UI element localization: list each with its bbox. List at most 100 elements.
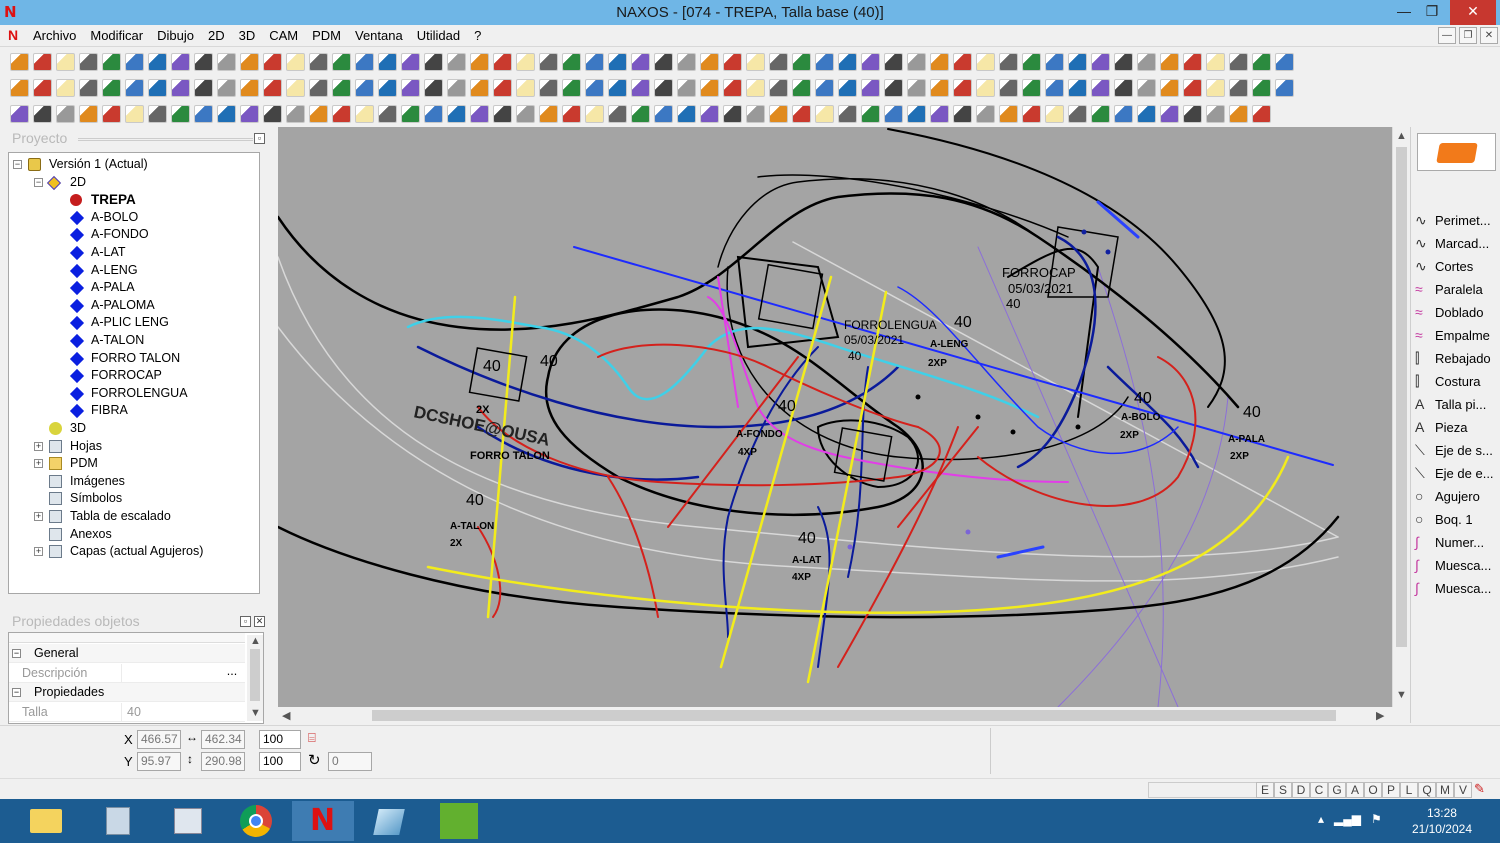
tb3-tool-icon[interactable] <box>194 105 213 123</box>
tb1-tool-icon[interactable] <box>677 53 696 71</box>
tool-muesca[interactable]: ∫ Muesca... <box>1415 577 1491 599</box>
tb2-tool-icon[interactable] <box>493 79 512 97</box>
pattern-piece-label[interactable]: 2X <box>476 404 490 416</box>
tb2-tool-icon[interactable] <box>1206 79 1225 97</box>
tb1-tool-icon[interactable] <box>815 53 834 71</box>
tb1-tool-icon[interactable] <box>585 53 604 71</box>
tool-cortes[interactable]: ∿ Cortes <box>1415 255 1473 277</box>
tb2-tool-icon[interactable] <box>838 79 857 97</box>
pattern-piece-label[interactable]: 40 <box>1243 404 1261 421</box>
status-tool-icon[interactable]: ✎ <box>1474 781 1496 798</box>
tb3-tool-icon[interactable] <box>102 105 121 123</box>
menu-item-cam[interactable]: CAM <box>262 25 305 46</box>
tb3-tool-icon[interactable] <box>1183 105 1202 123</box>
tb3-tool-icon[interactable] <box>815 105 834 123</box>
tb3-tool-icon[interactable] <box>861 105 880 123</box>
tb2-tool-icon[interactable] <box>884 79 903 97</box>
tb1-tool-icon[interactable] <box>1068 53 1087 71</box>
tb1-tool-icon[interactable] <box>401 53 420 71</box>
tb1-tool-icon[interactable] <box>999 53 1018 71</box>
pattern-piece-label[interactable]: 2X <box>450 538 463 549</box>
tb3-tool-icon[interactable] <box>309 105 328 123</box>
tb2-tool-icon[interactable] <box>815 79 834 97</box>
tb3-tool-icon[interactable] <box>769 105 788 123</box>
tb2-tool-icon[interactable] <box>148 79 167 97</box>
tb1-tool-icon[interactable] <box>1160 53 1179 71</box>
pattern-piece-label[interactable]: 40 <box>466 492 484 509</box>
tool-agujero[interactable]: ○ Agujero <box>1415 485 1480 507</box>
pattern-piece-label[interactable]: A-TALON <box>450 521 494 532</box>
menu-item-ventana[interactable]: Ventana <box>348 25 410 46</box>
tb2-tool-icon[interactable] <box>378 79 397 97</box>
pattern-piece-label[interactable]: 40 <box>848 349 862 363</box>
tree-item-a-talon[interactable]: A-TALON <box>9 332 259 349</box>
tree-item-fibra[interactable]: FIBRA <box>9 402 259 419</box>
x-coordinate-field[interactable]: 466.57 <box>137 730 181 749</box>
tree-expander-icon[interactable]: + <box>34 441 43 451</box>
menu-item-3d[interactable]: 3D <box>232 25 263 46</box>
tb1-tool-icon[interactable] <box>10 53 29 71</box>
tb3-tool-icon[interactable] <box>723 105 742 123</box>
pattern-piece-label[interactable]: FORROLENGUA <box>844 318 937 332</box>
tb3-tool-icon[interactable] <box>332 105 351 123</box>
tb1-tool-icon[interactable] <box>424 53 443 71</box>
tool-rebajado[interactable]: ⫿ Rebajado <box>1415 347 1491 369</box>
pattern-piece-label[interactable]: A-LENG <box>930 339 969 350</box>
width-field[interactable]: 462.34 <box>201 730 245 749</box>
clock[interactable]: 13:28 21/10/2024 <box>1412 805 1472 837</box>
pattern-drawing[interactable]: 40FORRO TALONDCSHOE@OUSA2X40A-TALON2X40F… <box>278 127 1392 707</box>
menu-item-pdm[interactable]: PDM <box>305 25 348 46</box>
property-row[interactable]: Descripción... <box>9 663 245 683</box>
tree-item-3d[interactable]: 3D <box>9 420 259 437</box>
tree-item-hojas[interactable]: + Hojas <box>9 438 259 455</box>
tb1-tool-icon[interactable] <box>148 53 167 71</box>
tree-item-a-plic-leng[interactable]: A-PLIC LENG <box>9 314 259 331</box>
tb3-tool-icon[interactable] <box>447 105 466 123</box>
pattern-piece-label[interactable]: 2XP <box>1120 430 1139 441</box>
tb1-tool-icon[interactable] <box>56 53 75 71</box>
tree-item-2d[interactable]: − 2D <box>9 174 259 191</box>
menu-item-dibujo[interactable]: Dibujo <box>150 25 201 46</box>
doc-minimize-button[interactable]: — <box>1438 27 1456 44</box>
tb2-tool-icon[interactable] <box>654 79 673 97</box>
tb3-tool-icon[interactable] <box>125 105 144 123</box>
tb2-tool-icon[interactable] <box>861 79 880 97</box>
tb2-tool-icon[interactable] <box>1183 79 1202 97</box>
tb3-tool-icon[interactable] <box>1114 105 1133 123</box>
calculator-taskbar-icon[interactable] <box>86 801 148 841</box>
tree-item-capas-actual-agujeros-[interactable]: + Capas (actual Agujeros) <box>9 543 259 560</box>
property-section[interactable]: − Propiedades <box>9 683 245 702</box>
pattern-piece-label[interactable]: A-LAT <box>792 555 821 566</box>
property-browse-button[interactable]: ... <box>223 664 241 681</box>
status-toggle-o[interactable]: O <box>1364 782 1382 798</box>
doc-restore-button[interactable]: ❐ <box>1459 27 1477 44</box>
tb3-tool-icon[interactable] <box>516 105 535 123</box>
tb3-tool-icon[interactable] <box>401 105 420 123</box>
tool-marcad[interactable]: ∿ Marcad... <box>1415 232 1489 254</box>
pattern-piece-label[interactable]: 2XP <box>928 358 947 369</box>
tb1-tool-icon[interactable] <box>723 53 742 71</box>
tree-expander-icon[interactable]: + <box>34 459 43 469</box>
property-value[interactable]: 40 <box>121 702 241 721</box>
tb2-tool-icon[interactable] <box>792 79 811 97</box>
tb3-tool-icon[interactable] <box>1229 105 1248 123</box>
tb2-tool-icon[interactable] <box>769 79 788 97</box>
menu-item--[interactable]: ? <box>467 25 488 46</box>
app-taskbar-icon[interactable] <box>358 801 420 841</box>
scale-lock-icon[interactable]: ⌸ <box>308 730 316 746</box>
tb3-tool-icon[interactable] <box>1045 105 1064 123</box>
pattern-piece-label[interactable]: 40 <box>540 353 558 370</box>
tb1-tool-icon[interactable] <box>286 53 305 71</box>
tb1-tool-icon[interactable] <box>792 53 811 71</box>
tree-item-forrocap[interactable]: FORROCAP <box>9 367 259 384</box>
tb2-tool-icon[interactable] <box>1160 79 1179 97</box>
tb2-tool-icon[interactable] <box>33 79 52 97</box>
tb1-tool-icon[interactable] <box>378 53 397 71</box>
tree-item-versi-n-1-actual-[interactable]: − Versión 1 (Actual) <box>9 156 259 173</box>
tb1-tool-icon[interactable] <box>1275 53 1294 71</box>
tb1-tool-icon[interactable] <box>1183 53 1202 71</box>
status-toggle-e[interactable]: E <box>1256 782 1274 798</box>
tb2-tool-icon[interactable] <box>746 79 765 97</box>
tb2-tool-icon[interactable] <box>1022 79 1041 97</box>
tb1-tool-icon[interactable] <box>562 53 581 71</box>
